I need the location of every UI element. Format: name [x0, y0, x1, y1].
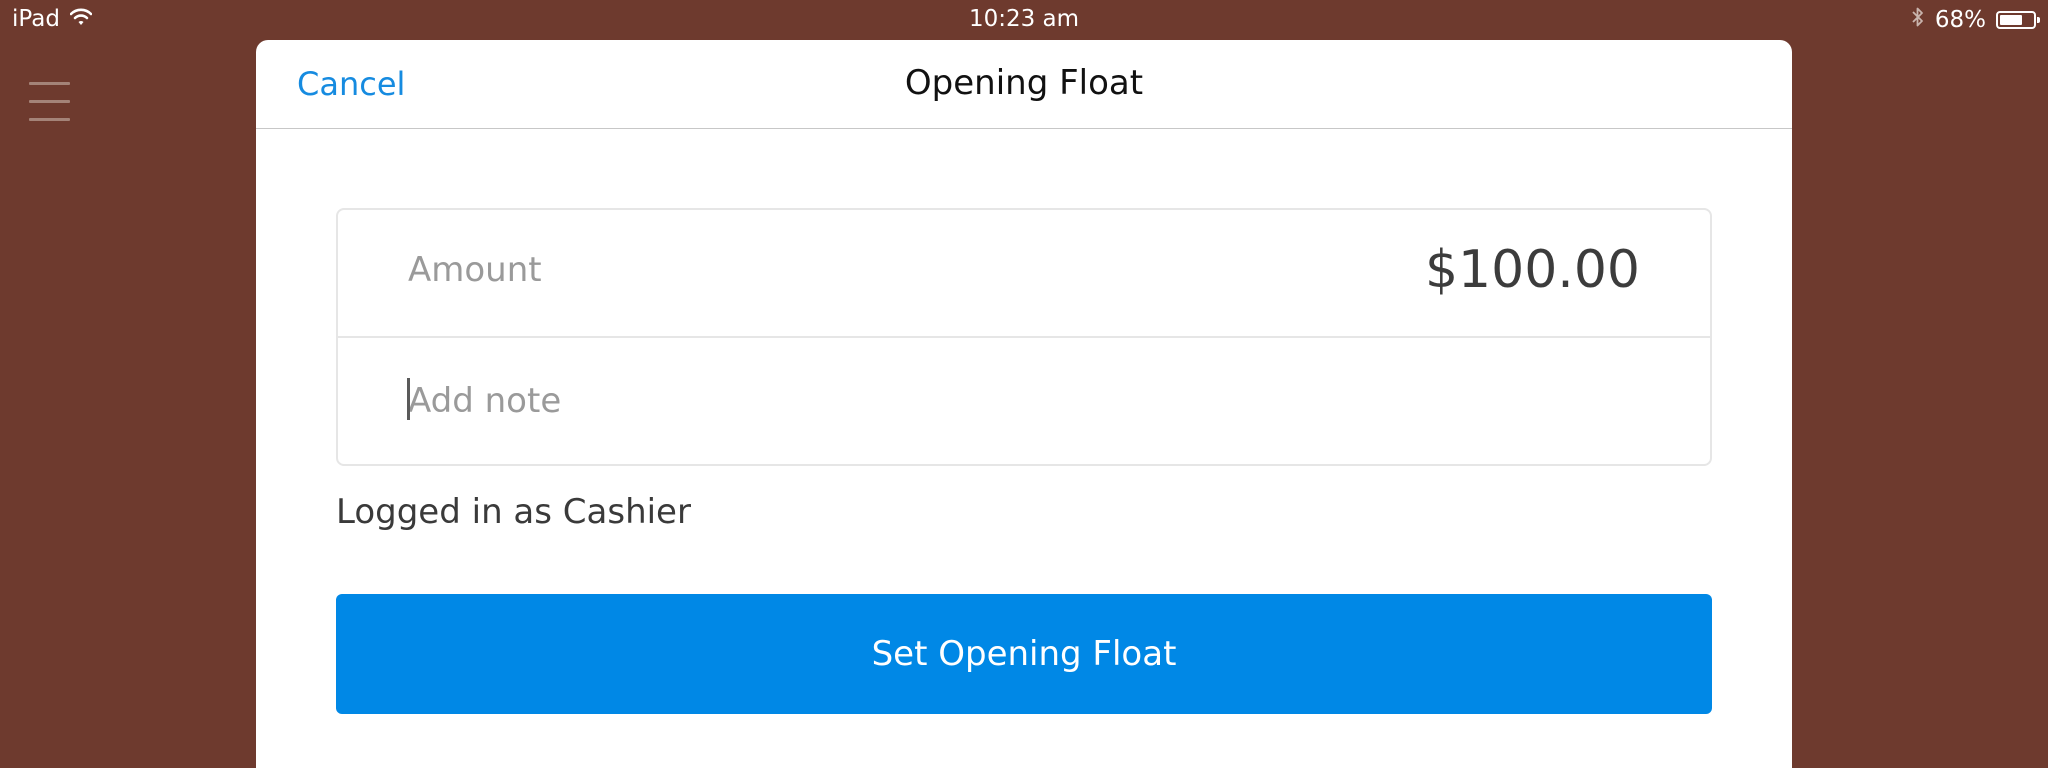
modal-header: Cancel Opening Float: [256, 40, 1792, 129]
battery-tip: [2037, 17, 2040, 23]
logged-in-label: Logged in as Cashier: [336, 492, 691, 532]
note-input[interactable]: [408, 378, 1608, 424]
menu-line: [29, 100, 70, 103]
battery-fill: [2000, 15, 2022, 25]
menu-line: [29, 82, 70, 85]
status-time: 10:23 am: [968, 6, 1080, 32]
set-opening-float-button[interactable]: Set Opening Float: [336, 594, 1712, 714]
hamburger-menu-icon[interactable]: [29, 82, 70, 122]
battery-icon: [1996, 11, 2040, 29]
bluetooth-icon: [1911, 6, 1925, 34]
amount-value[interactable]: $100.00: [1425, 240, 1640, 300]
opening-float-modal: Cancel Opening Float Amount $100.00 Logg…: [256, 40, 1792, 768]
status-bar: iPad 10:23 am 68%: [0, 0, 2048, 40]
text-caret: [407, 378, 410, 420]
status-bar-right: 68%: [1911, 6, 2040, 34]
amount-label: Amount: [408, 250, 542, 290]
float-form-card: Amount $100.00: [336, 208, 1712, 466]
modal-title: Opening Float: [904, 63, 1144, 103]
note-row[interactable]: [338, 338, 1710, 464]
menu-line: [29, 118, 70, 121]
battery-percent: 68%: [1934, 7, 1986, 33]
amount-row[interactable]: Amount $100.00: [338, 210, 1710, 338]
